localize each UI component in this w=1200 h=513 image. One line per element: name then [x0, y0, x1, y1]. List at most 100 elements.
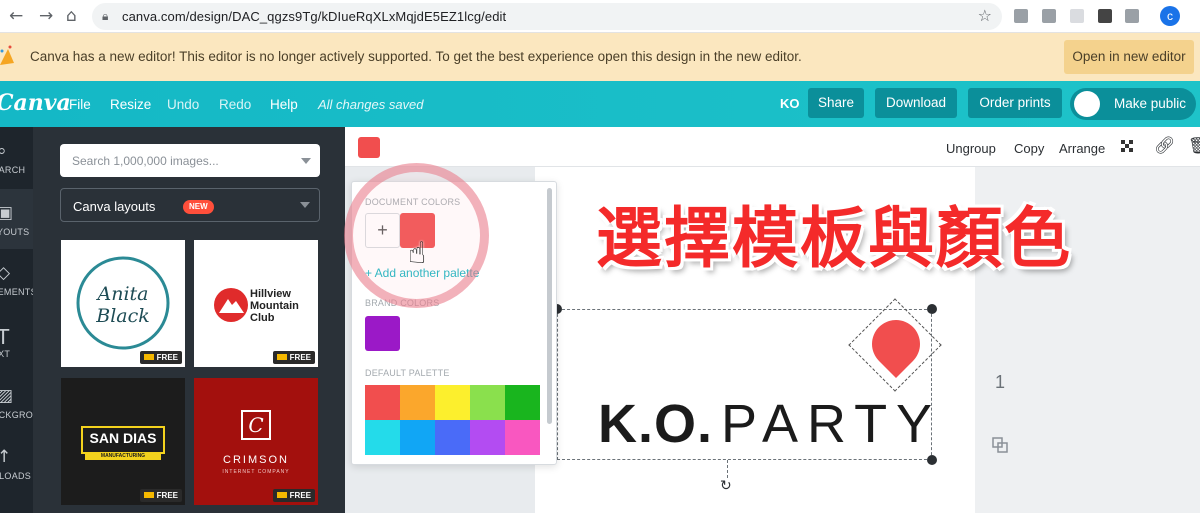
menu-help[interactable]: Help: [270, 97, 298, 112]
menu-resize[interactable]: Resize: [110, 97, 151, 112]
download-button[interactable]: Download: [875, 88, 957, 118]
camera-icon[interactable]: [1014, 9, 1028, 23]
thumb-subtitle: INTERNET COMPANY: [222, 469, 290, 475]
rail-item-elements[interactable]: ◇ ELEMENTS: [0, 249, 37, 309]
resize-handle[interactable]: [927, 455, 937, 465]
rail-item-background[interactable]: ▨ BACKGROUND: [0, 372, 53, 432]
thumb-title: Black: [96, 305, 150, 327]
search-placeholder: Search 1,000,000 images...: [72, 154, 219, 168]
copy-button[interactable]: Copy: [1014, 141, 1044, 156]
thumb-title: CRIMSON: [223, 454, 289, 466]
thumb-subtitle: MANUFACTURING: [85, 452, 161, 460]
url-text[interactable]: canva.com/design/DAC_qgzs9Tg/kDIueRqXLxM…: [122, 9, 506, 24]
duplicate-page-icon[interactable]: [992, 437, 1008, 453]
rail-item-search[interactable]: ⌕ SEARCH: [0, 127, 33, 187]
background-icon: ▨: [0, 386, 14, 406]
share-button[interactable]: Share: [808, 88, 864, 118]
side-rail: ⌕ SEARCH ▣ LAYOUTS ◇ ELEMENTS T TEXT ▨ B…: [0, 127, 53, 513]
save-status: All changes saved: [318, 97, 424, 112]
rail-item-layouts[interactable]: ▣ LAYOUTS: [0, 189, 33, 249]
crown-icon: [143, 492, 154, 498]
palette-color-swatch[interactable]: [470, 385, 505, 420]
palette-color-swatch[interactable]: [400, 385, 435, 420]
layout-thumbnail-hillview[interactable]: Hillview Mountain Club FREE: [194, 240, 318, 367]
chevron-down-icon: [300, 202, 310, 208]
logo-light-text: PARTY: [721, 394, 942, 454]
palette-color-swatch[interactable]: [400, 420, 435, 455]
canva-logo[interactable]: Canva: [0, 90, 71, 116]
menu-redo[interactable]: Redo: [219, 97, 251, 112]
picker-scrollbar[interactable]: [547, 188, 552, 424]
free-badge: FREE: [272, 351, 315, 364]
layout-thumbnail-san-dias[interactable]: SAN DIAS MANUFACTURING FREE: [61, 378, 185, 505]
crown-icon: [276, 492, 287, 498]
ungroup-button[interactable]: Ungroup: [946, 141, 996, 156]
palette-color-swatch[interactable]: [470, 420, 505, 455]
transparency-icon[interactable]: [1121, 140, 1135, 154]
palette-color-swatch[interactable]: [505, 385, 540, 420]
arrange-button[interactable]: Arrange: [1059, 141, 1105, 156]
image-search-input[interactable]: Search 1,000,000 images...: [60, 144, 320, 177]
free-badge: FREE: [272, 489, 315, 502]
text-icon: T: [0, 325, 10, 349]
menu-file[interactable]: File: [69, 97, 91, 112]
lock-icon: 🔒︎: [102, 9, 109, 23]
palette-color-swatch[interactable]: [435, 420, 470, 455]
page-number: 1: [995, 372, 1006, 392]
resize-handle[interactable]: [927, 304, 937, 314]
free-badge: FREE: [139, 489, 182, 502]
party-icon: [0, 45, 14, 65]
user-initials[interactable]: KO: [780, 96, 800, 111]
rotate-icon[interactable]: ↻: [720, 478, 732, 494]
brand-color-swatch[interactable]: [365, 316, 400, 351]
layouts-dropdown[interactable]: Canva layouts NEW: [60, 188, 320, 222]
address-bar[interactable]: 🔒︎ canva.com/design/DAC_qgzs9Tg/kDIueRqX…: [92, 3, 1002, 30]
trash-icon[interactable]: 🗑︎: [1188, 136, 1200, 155]
rail-item-uploads[interactable]: ↑ UPLOADS: [0, 433, 33, 493]
extension-icon[interactable]: [1042, 9, 1056, 23]
open-new-editor-button[interactable]: Open in new editor: [1064, 40, 1194, 74]
make-public-toggle[interactable]: Make public: [1070, 88, 1196, 120]
rail-label: TEXT: [0, 349, 11, 359]
rotate-line: [727, 460, 728, 478]
make-public-label: Make public: [1114, 96, 1187, 111]
thumb-title: Anita: [97, 283, 149, 305]
context-toolbar: Ungroup Copy Arrange 🔗︎ 🗑︎: [345, 127, 1200, 167]
rail-label: UPLOADS: [0, 471, 32, 481]
rail-item-text[interactable]: T TEXT: [0, 311, 33, 371]
palette-color-swatch[interactable]: [365, 420, 400, 455]
layout-thumbnail-crimson[interactable]: C CRIMSON INTERNET COMPANY FREE: [194, 378, 318, 505]
chevron-down-icon[interactable]: [301, 158, 311, 164]
menu-undo[interactable]: Undo: [167, 97, 199, 112]
pocket-icon[interactable]: [1125, 9, 1139, 23]
star-icon[interactable]: ☆: [978, 6, 992, 25]
default-palette-label: DEFAULT PALETTE: [365, 368, 450, 378]
uploads-icon: ↑: [0, 447, 12, 467]
layouts-dropdown-label: Canva layouts: [73, 199, 156, 214]
thumb-title: Hillview: [250, 288, 291, 300]
rail-label: SEARCH: [0, 165, 26, 175]
ko-party-logo[interactable]: K.O. PARTY: [598, 393, 941, 455]
back-icon[interactable]: ←: [9, 6, 23, 26]
extension-icon[interactable]: [1098, 9, 1112, 23]
profile-avatar[interactable]: c: [1160, 6, 1180, 26]
home-icon[interactable]: ⌂: [66, 6, 77, 26]
layout-thumbnail-anita-black[interactable]: Anita Black FREE: [61, 240, 185, 367]
overlay-title: 選擇模板與顏色: [596, 200, 1072, 277]
toggle-knob: [1074, 91, 1100, 117]
layouts-icon: ▣: [0, 203, 14, 223]
extension-icon[interactable]: [1070, 9, 1084, 23]
thumb-title: SAN DIAS: [89, 430, 157, 446]
notice-text: Canva has a new editor! This editor is n…: [30, 49, 802, 64]
palette-color-swatch[interactable]: [435, 385, 470, 420]
forward-icon[interactable]: →: [39, 6, 53, 26]
default-palette-grid: [365, 385, 540, 455]
crown-icon: [276, 354, 287, 360]
color-swatch-button[interactable]: [358, 137, 380, 158]
link-icon[interactable]: 🔗︎: [1154, 136, 1176, 156]
order-prints-button[interactable]: Order prints: [968, 88, 1062, 118]
search-icon: ⌕: [0, 141, 7, 161]
logo-bold-text: K.O.: [598, 394, 714, 454]
palette-color-swatch[interactable]: [365, 385, 400, 420]
palette-color-swatch[interactable]: [505, 420, 540, 455]
